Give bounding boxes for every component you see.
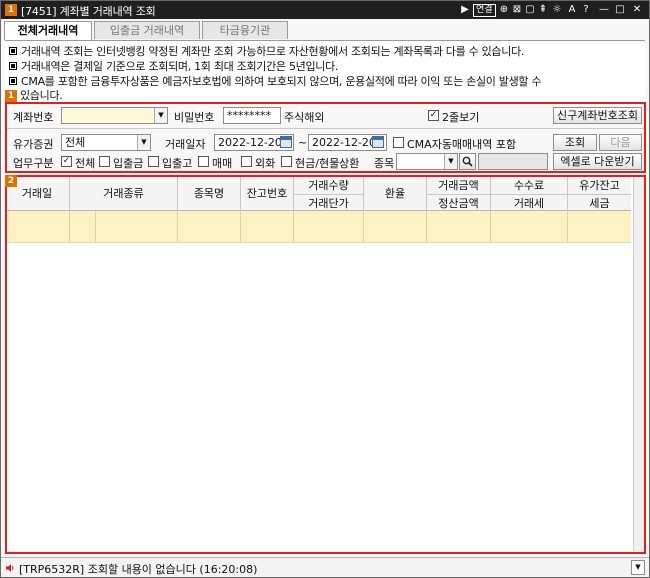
section2-badge: 2 [5, 175, 17, 187]
notice-line: 거래내역은 결제일 기준으로 조회되며, 1회 최대 조회기간은 5년입니다. [9, 58, 338, 74]
zoom-icon[interactable]: ⊕ [499, 3, 509, 17]
account-select[interactable]: ▼ [61, 107, 168, 124]
title-bar: 1 [7451] 계좌별 거래내역 조회 ▶ 연결 ⊕ ⊠ ▢ ⇞ ☼ A ? … [1, 1, 649, 19]
query-section: 계좌번호 ▼ 비밀번호 ******** 주식해외 ✓ 2줄보기 신구계좌번호조… [5, 102, 646, 173]
tab-other-institutions[interactable]: 타금융기관 [202, 21, 288, 39]
excel-download-button[interactable]: 엑셀로 다운받기 [553, 153, 642, 170]
settings-icon[interactable]: ☼ [552, 3, 562, 17]
speaker-icon [6, 564, 14, 572]
square-bullet-icon [9, 62, 17, 70]
item-label: 종목 [374, 157, 395, 170]
status-bar: [TRP6532R] 조회할 내용이 없습니다 (16:20:08) ▼ [1, 557, 649, 577]
two-line-label: 2줄보기 [442, 111, 480, 124]
window-number-badge: 1 [5, 4, 17, 16]
biz-all-checkbox[interactable]: ✓ [61, 156, 72, 167]
biz-deposit-checkbox[interactable] [99, 156, 110, 167]
maximize-icon[interactable]: □ [614, 3, 626, 17]
font-size-icon[interactable]: A [567, 3, 577, 17]
result-section [5, 175, 646, 554]
item-search-button[interactable] [459, 153, 476, 170]
biz-trade-checkbox[interactable] [198, 156, 209, 167]
tab-all-transactions[interactable]: 전체거래내역 [4, 21, 92, 40]
search-icon [462, 156, 473, 167]
status-message: [TRP6532R] 조회할 내용이 없습니다 (16:20:08) [19, 563, 258, 576]
notice-panel: 거래내역 조회는 인터넷뱅킹 약정된 계좌만 조회 가능하므로 자산현황에서 조… [5, 40, 645, 102]
cma-checkbox[interactable] [393, 137, 404, 148]
chevron-down-icon[interactable]: ▼ [444, 154, 457, 169]
biz-inout-label: 입출고 [162, 157, 193, 170]
next-button[interactable]: 다음 [599, 134, 642, 151]
divider [7, 128, 644, 129]
square-bullet-icon [9, 77, 17, 85]
biz-all-label: 전체 [75, 157, 96, 170]
notice-line-continued: 있습니다. [20, 89, 63, 102]
new-account-lookup-button[interactable]: 신구계좌번호조회 [553, 107, 642, 124]
help-icon[interactable]: ? [581, 3, 591, 17]
securities-label: 유가증권 [13, 138, 54, 151]
square-bullet-icon [9, 47, 17, 55]
biz-redemption-label: 현금/현물상환 [295, 157, 360, 170]
section1-badge: 1 [5, 90, 17, 102]
pin-icon[interactable]: ⇞ [538, 3, 548, 17]
chevron-down-icon[interactable]: ▼ [154, 108, 167, 123]
tab-deposit-withdrawal[interactable]: 입출금 거래내역 [94, 21, 200, 39]
two-line-checkbox[interactable]: ✓ [428, 110, 439, 121]
biz-fx-label: 외화 [255, 157, 276, 170]
account-label: 계좌번호 [13, 111, 54, 124]
item-name-field [478, 153, 548, 170]
item-select[interactable]: ▼ [396, 153, 458, 170]
biz-redemption-checkbox[interactable] [281, 156, 292, 167]
copy-icon[interactable]: ▢ [525, 3, 535, 17]
calendar-icon[interactable] [372, 136, 384, 148]
query-button[interactable]: 조회 [553, 134, 597, 151]
chevron-down-icon[interactable]: ▼ [137, 135, 150, 150]
notice-line: CMA를 포함한 금융투자상품은 예금자보호법에 의하여 보호되지 않으며, 운… [9, 73, 542, 89]
biz-fx-checkbox[interactable] [241, 156, 252, 167]
window-title: [7451] 계좌별 거래내역 조회 [21, 5, 156, 18]
biz-trade-label: 매매 [212, 157, 233, 170]
link-button[interactable]: 연결 [473, 4, 496, 17]
minimize-icon[interactable]: — [598, 3, 610, 17]
password-input[interactable]: ******** [223, 107, 281, 124]
date-separator: ~ [298, 136, 308, 149]
notice-line: 거래내역 조회는 인터넷뱅킹 약정된 계좌만 조회 가능하므로 자산현황에서 조… [9, 43, 524, 59]
biz-inout-checkbox[interactable] [148, 156, 159, 167]
securities-select[interactable]: 전체 ▼ [61, 134, 151, 151]
calendar-icon[interactable] [280, 136, 292, 148]
date-label: 거래일자 [165, 138, 206, 151]
close-icon[interactable]: ✕ [631, 3, 643, 17]
print-icon[interactable]: ⊠ [512, 3, 522, 17]
cma-label: CMA자동매매내역 포함 [407, 138, 517, 151]
chevron-down-icon[interactable]: ▼ [631, 560, 645, 575]
main-window: 1 [7451] 계좌별 거래내역 조회 ▶ 연결 ⊕ ⊠ ▢ ⇞ ☼ A ? … [0, 0, 650, 578]
biz-deposit-label: 입출금 [113, 157, 144, 170]
password-label: 비밀번호 [174, 111, 215, 124]
foreign-stock-label: 주식해외 [284, 111, 325, 124]
business-type-label: 업무구분 [13, 157, 54, 170]
play-icon[interactable]: ▶ [460, 3, 470, 17]
